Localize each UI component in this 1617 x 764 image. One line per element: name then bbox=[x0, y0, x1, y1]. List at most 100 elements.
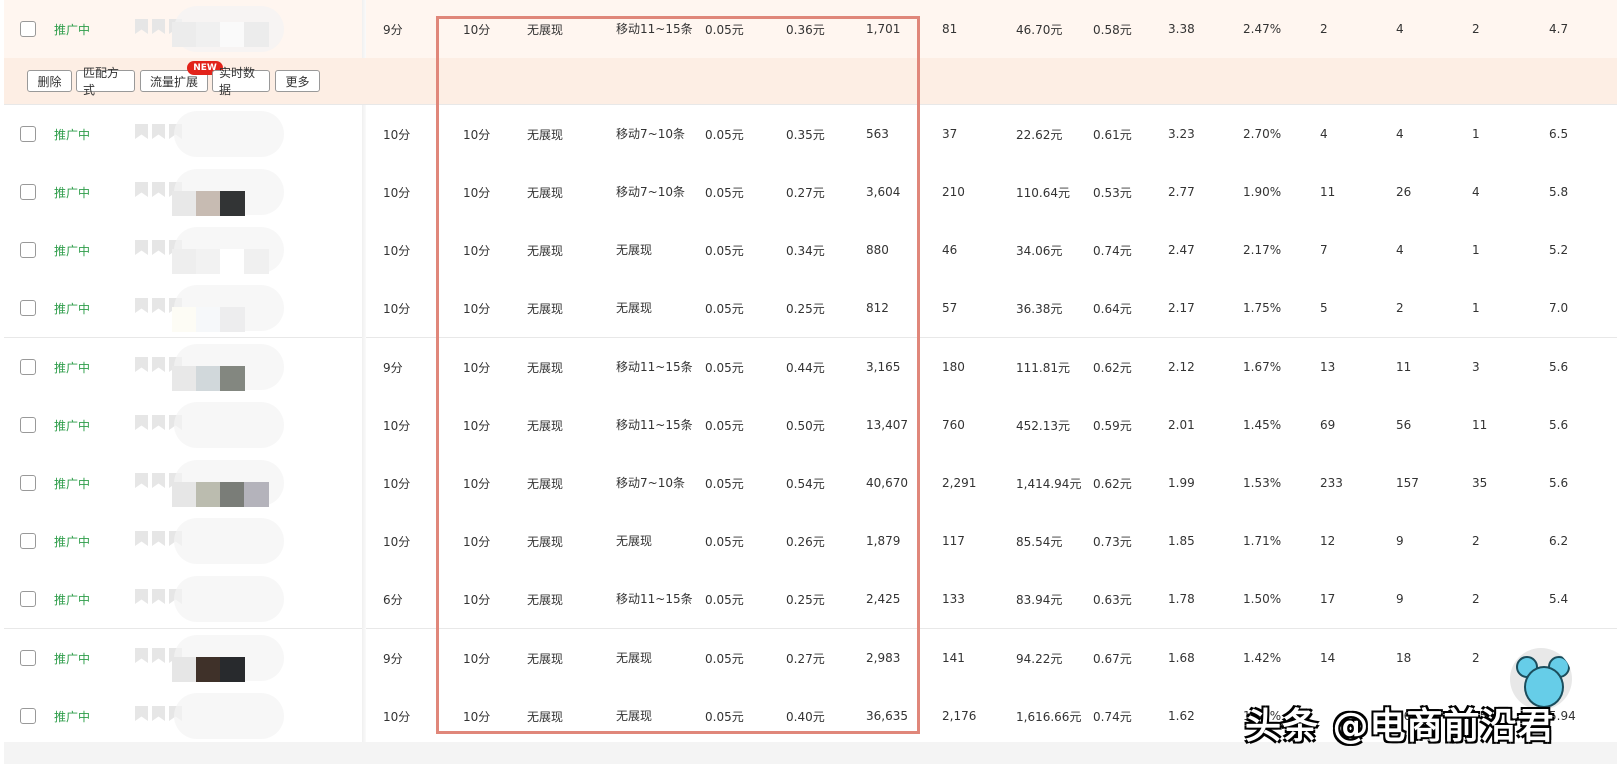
table-row[interactable]: 推广中 9分 10分 无展现 无展现 0.05元 0.27元 2,983 141 94.22元 0.… bbox=[4, 629, 1617, 688]
clicks-cell: 46 bbox=[942, 243, 958, 257]
quality-score-cell: 10分 bbox=[383, 418, 411, 433]
bid-cell: 0.05元 bbox=[705, 476, 744, 491]
row-checkbox[interactable] bbox=[20, 242, 36, 258]
metric-2-cell: 4 bbox=[1396, 127, 1404, 141]
table-row[interactable]: 推广中 9分 10分 无展现 移动11~15条 0.05元 0.44元 3,165 180 111… bbox=[4, 338, 1617, 397]
realtime-data-button[interactable]: 实时数据 bbox=[212, 66, 270, 97]
cost-cell: 111.81元 bbox=[1016, 360, 1070, 375]
table-row[interactable]: 推广中 10分 10分 无展现 移动11~15条 0.05元 0.50元 13,407 760 4… bbox=[4, 396, 1617, 455]
mobile-rank-cell: 无展现 bbox=[616, 242, 653, 257]
avg-price-cell: 0.26元 bbox=[786, 534, 825, 549]
row-checkbox[interactable] bbox=[20, 708, 36, 724]
table-row[interactable]: 推广中 6分 10分 无展现 移动11~15条 0.05元 0.25元 2,425 133 83.… bbox=[4, 570, 1617, 629]
bookmark-icon bbox=[135, 124, 148, 139]
cost-cell: 34.06元 bbox=[1016, 243, 1063, 258]
bid-cell: 0.05元 bbox=[705, 360, 744, 375]
bookmark-icon bbox=[152, 415, 165, 430]
bookmark-icon bbox=[135, 240, 148, 255]
redacted-pixel bbox=[196, 307, 221, 332]
bookmark-icon bbox=[152, 19, 165, 34]
ctr-cell: 1.67% bbox=[1243, 360, 1282, 374]
mobile-rank-cell: 无展现 bbox=[616, 300, 653, 315]
roi-cell: 1.62 bbox=[1168, 709, 1195, 723]
row-checkbox[interactable] bbox=[20, 300, 36, 316]
table-row[interactable]: 推广中 10分 10分 无展现 无展现 0.05元 0.26元 1,879 117 85.54元 0… bbox=[4, 512, 1617, 571]
bookmark-icon bbox=[152, 589, 165, 604]
row-checkbox[interactable] bbox=[20, 533, 36, 549]
redacted-pixel bbox=[196, 482, 221, 507]
row-checkbox[interactable] bbox=[20, 21, 36, 37]
clicks-cell: 37 bbox=[942, 127, 958, 141]
clicks-cell: 81 bbox=[942, 22, 958, 36]
row-checkbox[interactable] bbox=[20, 475, 36, 491]
row-checkbox[interactable] bbox=[20, 417, 36, 433]
metric-4-cell: 6.2 bbox=[1549, 534, 1569, 548]
metric-2-cell: 26 bbox=[1396, 185, 1412, 199]
status-label: 推广中 bbox=[54, 301, 91, 316]
table-row[interactable]: 推广中 9分 10分 无展现 移动11~15条 0.05元 0.36元 1,701 81 46.7… bbox=[4, 0, 1617, 59]
quality-score-2-cell: 10分 bbox=[463, 127, 491, 142]
metric-1-cell: 17 bbox=[1320, 592, 1336, 606]
impressions-cell: 812 bbox=[866, 301, 889, 315]
impressions-cell: 3,165 bbox=[866, 360, 901, 374]
cost-cell: 46.70元 bbox=[1016, 22, 1063, 37]
pc-rank-cell: 无展现 bbox=[527, 243, 564, 258]
row-checkbox[interactable] bbox=[20, 359, 36, 375]
status-label: 推广中 bbox=[54, 534, 91, 549]
metric-1-cell: 11 bbox=[1320, 185, 1336, 199]
table-row[interactable]: 推广中 10分 10分 无展现 无展现 0.05元 0.25元 812 57 36.38元 0.64… bbox=[4, 279, 1617, 338]
roi-cell: 3.23 bbox=[1168, 127, 1195, 141]
more-button[interactable]: 更多 bbox=[275, 70, 320, 92]
roi-cell: 2.17 bbox=[1168, 301, 1195, 315]
status-label: 推广中 bbox=[54, 360, 91, 375]
quality-score-2-cell: 10分 bbox=[463, 534, 491, 549]
row-checkbox[interactable] bbox=[20, 650, 36, 666]
redacted-keyword bbox=[174, 518, 284, 564]
mobile-rank-cell: 移动11~15条 bbox=[616, 417, 693, 432]
quality-score-2-cell: 10分 bbox=[463, 22, 491, 37]
table-row[interactable]: 推广中 10分 10分 无展现 移动7~10条 0.05元 0.27元 3,604 210 110… bbox=[4, 163, 1617, 222]
quality-score-2-cell: 10分 bbox=[463, 592, 491, 607]
redacted-keyword bbox=[174, 402, 284, 448]
row-checkbox[interactable] bbox=[20, 184, 36, 200]
quality-score-cell: 10分 bbox=[383, 709, 411, 724]
redacted-pixel bbox=[196, 366, 221, 391]
table-row[interactable]: 推广中 10分 10分 无展现 移动7~10条 0.05元 0.35元 563 37 22.62元… bbox=[4, 105, 1617, 164]
redacted-pixel bbox=[244, 249, 269, 274]
bookmark-icon bbox=[152, 473, 165, 488]
redacted-keyword bbox=[174, 111, 284, 157]
redacted-pixel bbox=[196, 191, 221, 216]
redacted-pixel bbox=[220, 191, 245, 216]
row-checkbox[interactable] bbox=[20, 591, 36, 607]
cost-cell: 22.62元 bbox=[1016, 127, 1063, 142]
ctr-cell: 1.50% bbox=[1243, 592, 1282, 606]
redacted-pixel bbox=[172, 191, 197, 216]
redacted-pixel bbox=[172, 22, 197, 47]
bookmark-icon bbox=[152, 531, 165, 546]
metric-4-cell: 5.6 bbox=[1549, 476, 1569, 490]
quality-score-2-cell: 10分 bbox=[463, 476, 491, 491]
mobile-rank-cell: 无展现 bbox=[616, 650, 653, 665]
delete-button[interactable]: 删除 bbox=[27, 70, 72, 92]
bid-cell: 0.05元 bbox=[705, 243, 744, 258]
match-type-button[interactable]: 匹配方式 bbox=[76, 66, 135, 97]
cpc-cell: 0.58元 bbox=[1093, 22, 1132, 37]
row-checkbox[interactable] bbox=[20, 126, 36, 142]
ctr-cell: 2.47% bbox=[1243, 22, 1282, 36]
bid-cell: 0.05元 bbox=[705, 651, 744, 666]
cpc-cell: 0.53元 bbox=[1093, 185, 1132, 200]
table-row[interactable]: 推广中 10分 10分 无展现 移动7~10条 0.05元 0.54元 40,670 2,291… bbox=[4, 454, 1617, 513]
quality-score-2-cell: 10分 bbox=[463, 301, 491, 316]
quality-score-cell: 10分 bbox=[383, 243, 411, 258]
metric-2-cell: 157 bbox=[1396, 476, 1419, 490]
bookmark-icon bbox=[135, 648, 148, 663]
pc-rank-cell: 无展现 bbox=[527, 185, 564, 200]
metric-1-cell: 14 bbox=[1320, 651, 1336, 665]
table-row[interactable]: 推广中 10分 10分 无展现 无展现 0.05元 0.34元 880 46 34.06元 0.74… bbox=[4, 221, 1617, 280]
metric-4-cell: 5.6 bbox=[1549, 360, 1569, 374]
ctr-cell: 2.17% bbox=[1243, 243, 1282, 257]
clicks-cell: 133 bbox=[942, 592, 965, 606]
cpc-cell: 0.74元 bbox=[1093, 243, 1132, 258]
metric-3-cell: 2 bbox=[1472, 534, 1480, 548]
status-label: 推广中 bbox=[54, 243, 91, 258]
